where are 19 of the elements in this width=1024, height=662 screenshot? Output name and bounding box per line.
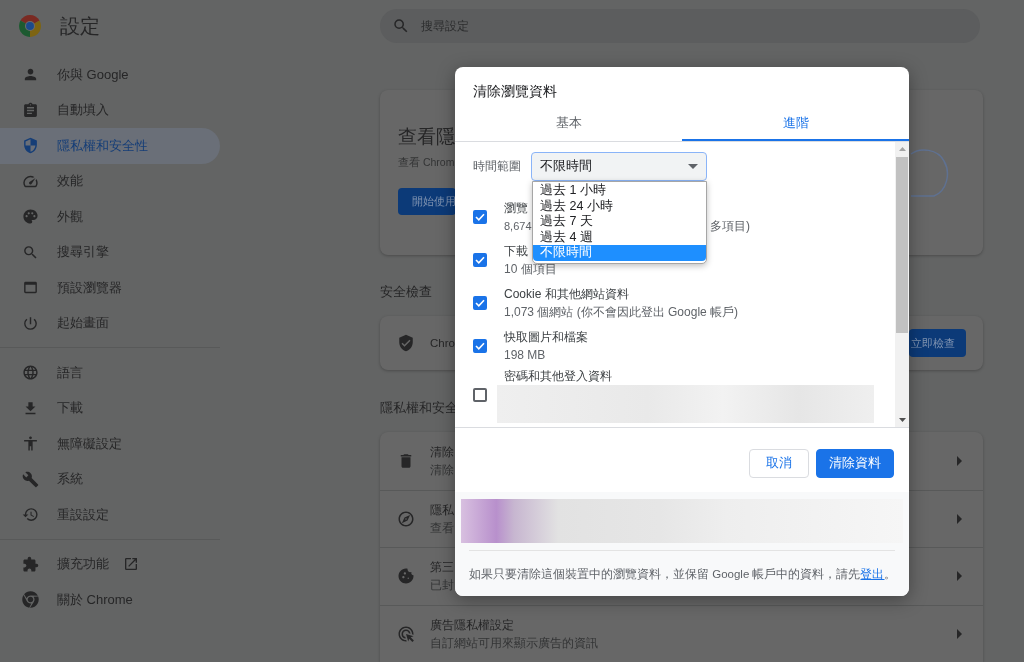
item-detail: 8,674 bbox=[504, 218, 532, 234]
row-title: 第三 bbox=[430, 559, 454, 577]
item-detail: 198 MB bbox=[504, 346, 546, 364]
item-detail: 10 個項目 bbox=[504, 260, 557, 278]
item-title: 快取圖片和檔案 bbox=[504, 328, 588, 346]
row-text: Chro bbox=[430, 337, 455, 349]
row-title: 清除 bbox=[430, 443, 454, 461]
item-title: 下載 bbox=[504, 242, 528, 260]
footer-note: 如果只要清除這個裝置中的瀏覽資料，並保留 Google 帳戶中的資料，請先登出。 bbox=[469, 567, 897, 582]
section-heading: 安全檢查 bbox=[380, 283, 432, 301]
item-title: Cookie 和其他網站資料 bbox=[504, 285, 629, 303]
field-label: 時間範圍 bbox=[473, 158, 521, 175]
page-title: 設定 bbox=[60, 13, 100, 38]
item-detail: 多項目) bbox=[710, 217, 750, 235]
item-title: 瀏覽 bbox=[504, 199, 528, 217]
item-detail: 1,073 個網站 (你不會因此登出 Google 帳戶) bbox=[504, 303, 739, 321]
item-title: 密碼和其他登入資料 bbox=[504, 368, 612, 385]
card-heading: 查看隱 bbox=[398, 125, 455, 149]
dialog-title: 清除瀏覽資料 bbox=[472, 82, 558, 99]
